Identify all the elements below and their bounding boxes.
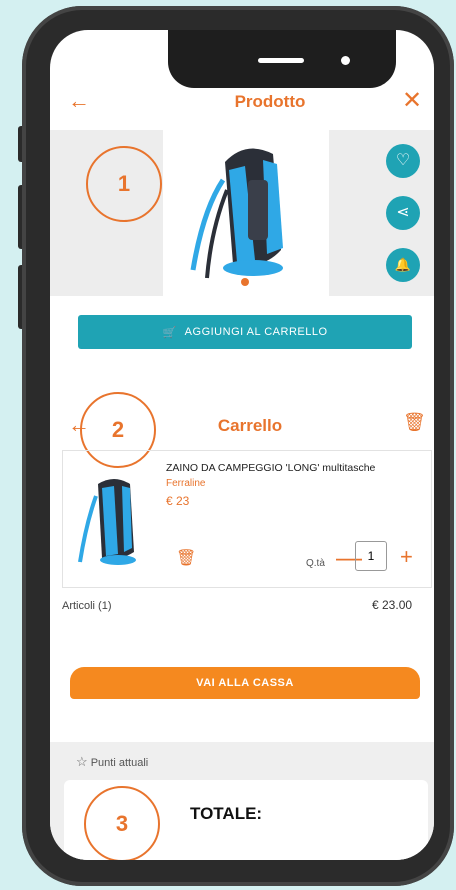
- add-to-cart-button[interactable]: 🛒 AGGIUNGI AL CARRELLO: [78, 315, 412, 349]
- current-points: ☆ Punti attuali: [76, 754, 148, 770]
- back-arrow-icon[interactable]: ←: [68, 88, 90, 114]
- trash-all-icon[interactable]: 🗑: [403, 412, 426, 433]
- page-title: Prodotto: [234, 92, 306, 111]
- annotation-circle-1: 1: [86, 146, 162, 222]
- camera-dot: [341, 56, 350, 65]
- phone-notch: [168, 30, 396, 88]
- articles-total-price: € 23.00: [372, 598, 413, 612]
- cart-item-brand: Ferraline: [166, 478, 206, 489]
- cart-item-price: € 23: [166, 494, 190, 508]
- remove-item-icon[interactable]: 🗑: [176, 548, 196, 568]
- backpack-image: [190, 148, 283, 286]
- annotation-circle-3: 3: [84, 786, 160, 860]
- quantity-input[interactable]: 1: [355, 541, 387, 571]
- current-points-label: Punti attuali: [90, 757, 149, 769]
- total-label: TOTALE:: [190, 804, 263, 823]
- cart-icon: 🛒: [162, 326, 177, 339]
- add-to-cart-label: AGGIUNGI AL CARRELLO: [184, 326, 328, 338]
- phone-screen: ← Prodotto ✕ 1 ♡ ⋖ 🔔 🛒 AGGIUNGI AL CARRE…: [50, 30, 434, 860]
- cart-item-image: [78, 479, 136, 565]
- quantity-label: Q.tà: [306, 558, 325, 569]
- cart-item-name: ZAINO DA CAMPEGGIO 'LONG' multitasche: [166, 462, 376, 474]
- close-icon[interactable]: ✕: [402, 86, 422, 115]
- articles-count: Articoli (1): [62, 600, 112, 612]
- product-image[interactable]: [163, 130, 329, 296]
- bell-icon[interactable]: 🔔: [386, 248, 420, 282]
- speaker-grill: [258, 58, 304, 63]
- increase-quantity-button[interactable]: +: [400, 544, 413, 570]
- share-icon[interactable]: ⋖: [386, 196, 420, 230]
- cart-title: Carrello: [217, 416, 283, 435]
- favorite-icon[interactable]: ♡: [386, 144, 420, 178]
- star-icon: ☆: [76, 754, 88, 769]
- checkout-button[interactable]: VAI ALLA CASSA: [70, 667, 420, 699]
